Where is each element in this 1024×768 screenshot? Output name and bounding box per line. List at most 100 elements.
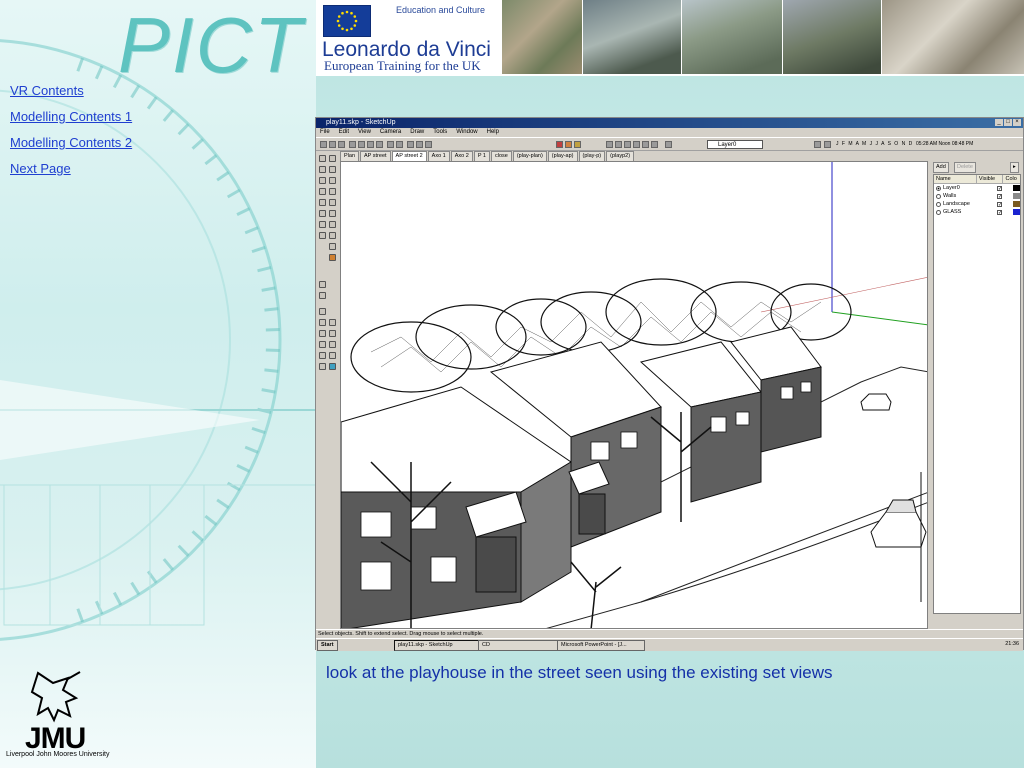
tab-play-plan[interactable]: (play-plan) <box>512 151 547 161</box>
layer-row[interactable]: Landscape ✓ <box>934 200 1020 208</box>
layer-row[interactable]: Layer0 ✓ <box>934 184 1020 192</box>
print-icon[interactable] <box>407 141 414 148</box>
nav-link-next-page[interactable]: Next Page <box>10 161 71 176</box>
task-powerpoint[interactable]: Microsoft PowerPoint - [J... <box>557 640 645 651</box>
erase-icon[interactable] <box>376 141 383 148</box>
redo-icon[interactable] <box>396 141 403 148</box>
minimize-button[interactable]: _ <box>995 119 1003 126</box>
task-sketchup[interactable]: play11.skp - SketchUp <box>394 640 482 651</box>
active-layer-radio[interactable] <box>936 193 941 199</box>
column-name[interactable]: Name <box>934 175 977 183</box>
start-button[interactable]: Start <box>317 640 338 651</box>
layer-color-swatch[interactable] <box>1013 201 1020 207</box>
rotate-tool-icon[interactable] <box>319 210 326 217</box>
menu-view[interactable]: View <box>358 128 371 137</box>
tab-ap-street[interactable]: AP street <box>360 151 391 161</box>
tab-axo-2[interactable]: Axo 2 <box>450 151 473 161</box>
orbit-tool-icon[interactable] <box>319 281 326 288</box>
look-around-tool-icon[interactable] <box>319 319 326 326</box>
tab-close[interactable]: close <box>490 151 512 161</box>
section-display-icon[interactable] <box>574 141 581 148</box>
section-plane-icon[interactable] <box>556 141 563 148</box>
tab-plan[interactable]: Plan <box>340 151 360 161</box>
save-icon[interactable] <box>338 141 345 148</box>
offset-tool-icon[interactable] <box>329 221 336 228</box>
layer-dropdown[interactable]: Layer0 <box>707 140 763 149</box>
menu-window[interactable]: Window <box>456 128 477 137</box>
delete-layer-button[interactable]: Delete <box>954 162 976 173</box>
close-button[interactable]: × <box>1013 119 1021 126</box>
view-back-icon[interactable] <box>329 352 336 359</box>
task-cd[interactable]: CD <box>478 640 561 651</box>
wireframe-icon[interactable] <box>615 141 622 148</box>
tab-axo-1[interactable]: Axo 1 <box>427 151 450 161</box>
visible-checkbox[interactable]: ✓ <box>997 201 1002 207</box>
shadow-toggle-icon[interactable] <box>824 141 831 148</box>
view-left-icon[interactable] <box>329 363 336 370</box>
circle-tool-icon[interactable] <box>329 188 336 195</box>
tab-p-1[interactable]: P 1 <box>473 151 490 161</box>
copy-icon[interactable] <box>358 141 365 148</box>
visible-checkbox[interactable]: ✓ <box>997 185 1002 191</box>
zoom-tool-icon[interactable] <box>319 330 326 337</box>
pan-tool-icon[interactable] <box>319 292 326 299</box>
hidden-line-icon[interactable] <box>624 141 631 148</box>
layer-row[interactable]: GLASS ✓ <box>934 208 1020 216</box>
maximize-button[interactable]: □ <box>1004 119 1012 126</box>
visible-checkbox[interactable]: ✓ <box>997 193 1002 199</box>
isometric-view-icon[interactable] <box>665 141 672 148</box>
tab-play-p[interactable]: (play-p) <box>578 151 606 161</box>
new-file-icon[interactable] <box>320 141 327 148</box>
menu-edit[interactable]: Edit <box>339 128 349 137</box>
walk-tool-icon[interactable] <box>319 308 326 315</box>
column-color[interactable]: Colo <box>1003 175 1020 183</box>
shadow-time-slider[interactable]: 05:28 AM Noon 08:48 PM <box>916 141 973 147</box>
zoom-window-icon[interactable] <box>319 341 326 348</box>
protractor-tool-icon[interactable] <box>329 232 336 239</box>
scale-tool-icon[interactable] <box>319 221 326 228</box>
shadow-settings-icon[interactable] <box>814 141 821 148</box>
select-tool-icon[interactable] <box>319 155 326 162</box>
push-pull-tool-icon[interactable] <box>319 177 326 184</box>
shaded-texture-icon[interactable] <box>642 141 649 148</box>
model-info-icon[interactable] <box>416 141 423 148</box>
tab-play-ap[interactable]: (play-ap) <box>547 151 578 161</box>
section-cut-icon[interactable] <box>565 141 572 148</box>
active-layer-radio[interactable] <box>936 209 941 215</box>
3d-viewport[interactable] <box>340 161 928 629</box>
open-file-icon[interactable] <box>329 141 336 148</box>
arc-tool-icon[interactable] <box>329 177 336 184</box>
active-layer-radio[interactable] <box>936 185 941 191</box>
monochrome-icon[interactable] <box>651 141 658 148</box>
paint-tool-icon[interactable] <box>319 166 326 173</box>
xray-icon[interactable] <box>606 141 613 148</box>
menu-draw[interactable]: Draw <box>410 128 424 137</box>
follow-me-tool-icon[interactable] <box>329 254 336 261</box>
column-visible[interactable]: Visible <box>977 175 1004 183</box>
cut-icon[interactable] <box>349 141 356 148</box>
tab-playp2[interactable]: (playp2) <box>606 151 635 161</box>
text-tool-icon[interactable] <box>329 243 336 250</box>
nav-link-modelling-contents-1[interactable]: Modelling Contents 1 <box>10 109 132 124</box>
layer-row[interactable]: Walls ✓ <box>934 192 1020 200</box>
nav-link-modelling-contents-2[interactable]: Modelling Contents 2 <box>10 135 132 150</box>
shadow-month-slider[interactable]: J F M A M J J A S O N D <box>836 141 913 147</box>
rectangle-tool-icon[interactable] <box>329 166 336 173</box>
eraser-tool-icon[interactable] <box>319 188 326 195</box>
active-layer-radio[interactable] <box>936 201 941 207</box>
menu-tools[interactable]: Tools <box>433 128 447 137</box>
freehand-tool-icon[interactable] <box>329 199 336 206</box>
zoom-extents-icon[interactable] <box>319 352 326 359</box>
layer-color-swatch[interactable] <box>1013 209 1020 215</box>
menu-file[interactable]: File <box>320 128 330 137</box>
layers-menu-arrow-icon[interactable]: ▸ <box>1010 162 1019 173</box>
pencil-tool-icon[interactable] <box>329 155 336 162</box>
undo-icon[interactable] <box>387 141 394 148</box>
layer-color-swatch[interactable] <box>1013 193 1020 199</box>
tab-ap-street-2[interactable]: AP street 2 <box>391 151 427 161</box>
paste-icon[interactable] <box>367 141 374 148</box>
view-top-icon[interactable] <box>329 319 336 326</box>
add-layer-button[interactable]: Add <box>933 162 949 173</box>
visible-checkbox[interactable]: ✓ <box>997 209 1002 215</box>
previous-view-icon[interactable] <box>319 363 326 370</box>
